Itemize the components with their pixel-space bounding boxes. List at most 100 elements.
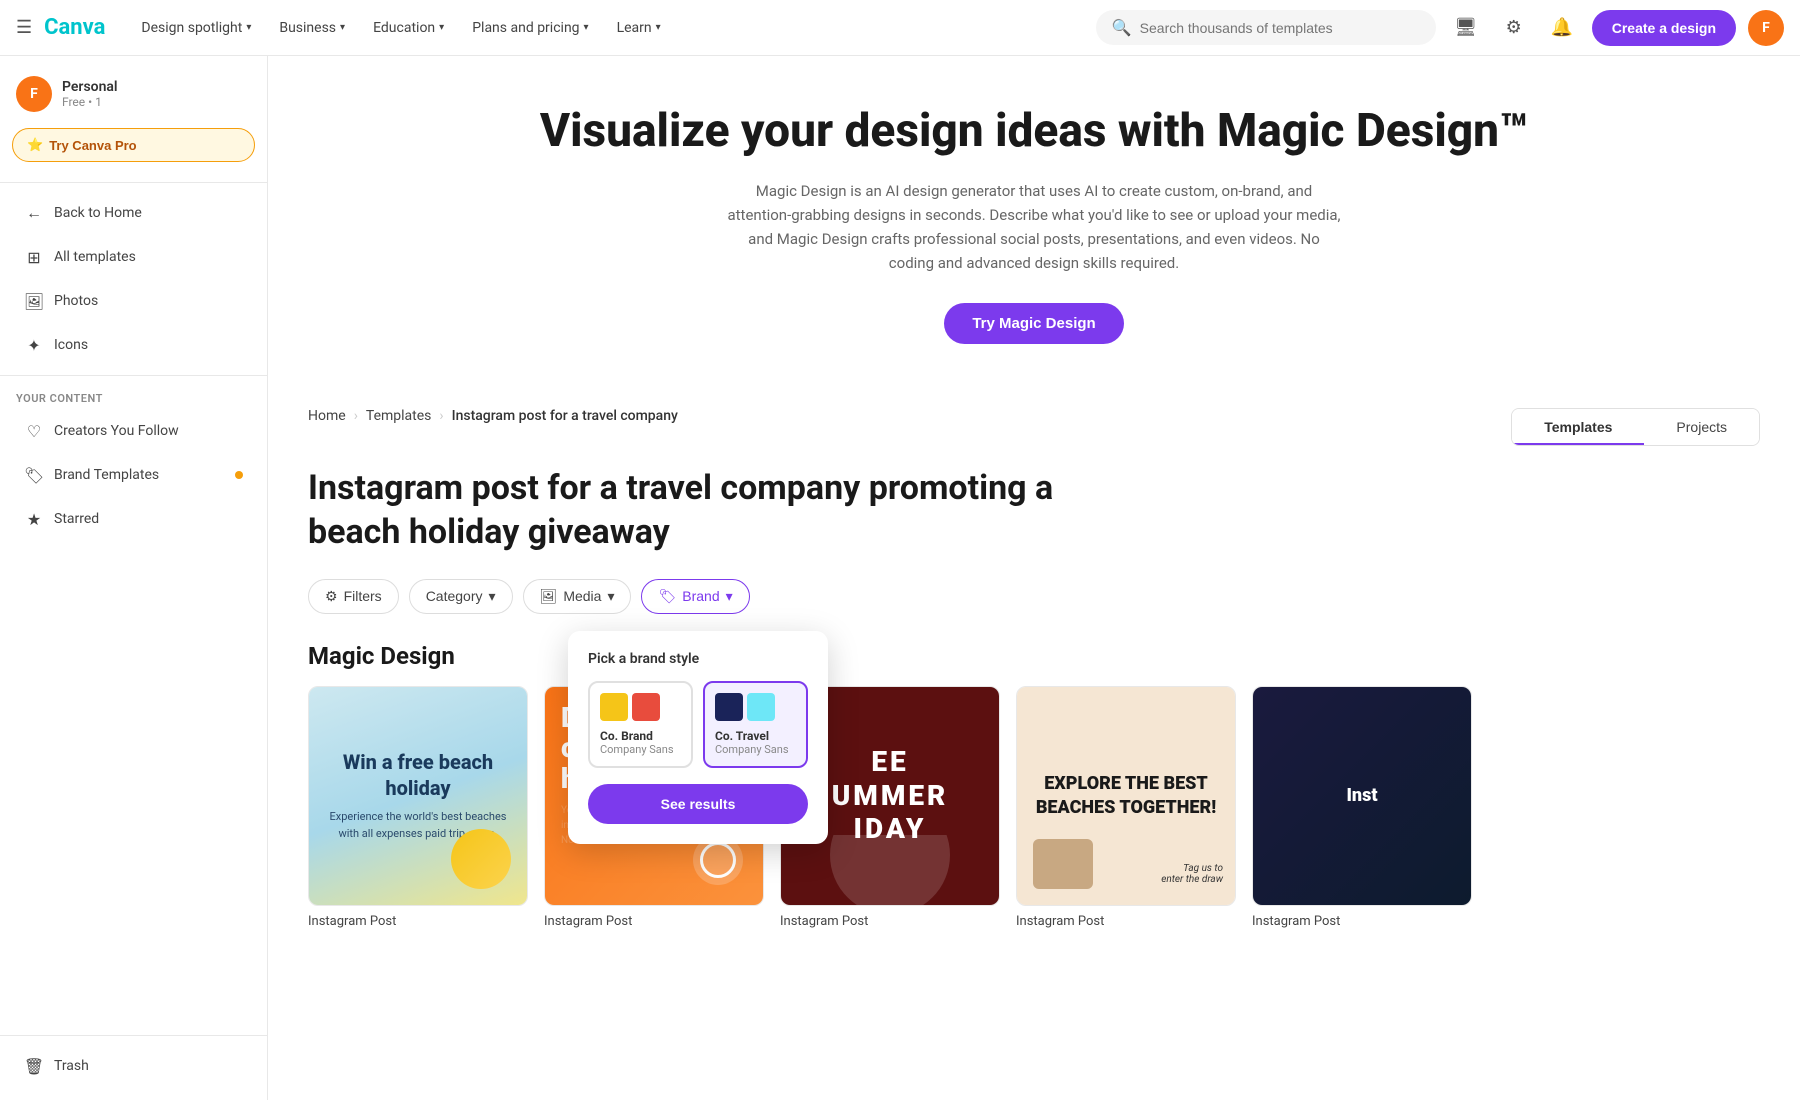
chevron-down-icon: ▾ (246, 22, 251, 33)
template-label-4: Instagram Post (1016, 914, 1236, 929)
magic-design-section-title: Magic Design (308, 642, 1760, 670)
template-label-5: Instagram Post (1252, 914, 1472, 929)
sidebar-avatar: F (16, 76, 52, 112)
app-layout: F Personal Free • 1 ⭐ Try Canva Pro ← Ba… (0, 56, 1800, 1100)
brand-dropdown-trigger[interactable]: 🏷 Brand ▾ (641, 579, 749, 614)
main-content: Visualize your design ideas with Magic D… (268, 56, 1800, 1100)
template-label-2: Instagram Post (544, 914, 764, 929)
breadcrumb-templates[interactable]: Templates (366, 408, 432, 424)
sidebar-label-back-home: Back to Home (54, 205, 142, 221)
icons-icon: ✦ (24, 335, 44, 355)
sidebar-item-creators[interactable]: ♡ Creators You Follow (8, 411, 259, 451)
swatch-cyan (747, 693, 775, 721)
tab-templates[interactable]: Templates (1512, 409, 1644, 445)
brand-see-results-button[interactable]: See results (588, 784, 808, 824)
template-card-5[interactable]: Inst Instagram Post (1252, 686, 1472, 929)
page-title: Instagram post for a travel company prom… (308, 466, 1108, 554)
star-icon: ⭐ (27, 137, 43, 153)
breadcrumb-separator-2: › (439, 408, 443, 424)
swatch-red (632, 693, 660, 721)
create-design-button[interactable]: Create a design (1592, 10, 1736, 46)
sidebar-label-trash: Trash (54, 1058, 89, 1074)
sidebar-label-creators: Creators You Follow (54, 423, 179, 439)
filters-row: ⚙ Filters Category ▾ 🖼 Media ▾ 🏷 Brand ▾ (308, 579, 1760, 614)
nav-design-spotlight[interactable]: Design spotlight ▾ (129, 14, 263, 42)
media-dropdown[interactable]: 🖼 Media ▾ (523, 579, 632, 614)
template-card-4[interactable]: EXPLORE THE BEST BEACHES TOGETHER! Tag u… (1016, 686, 1236, 929)
filters-button[interactable]: ⚙ Filters (308, 579, 399, 614)
sidebar-item-back-home[interactable]: ← Back to Home (8, 193, 259, 233)
nav-learn[interactable]: Learn ▾ (605, 14, 673, 42)
breadcrumb-current: Instagram post for a travel company (452, 408, 678, 424)
brand-dropdown-title: Pick a brand style (588, 651, 808, 667)
chevron-down-icon: ▾ (726, 588, 733, 605)
nav-education[interactable]: Education ▾ (361, 14, 456, 42)
brand-font-co-travel: Company Sans (715, 743, 796, 756)
tab-projects[interactable]: Projects (1644, 409, 1759, 445)
nav-business[interactable]: Business ▾ (267, 14, 357, 42)
star-icon: ★ (24, 509, 44, 529)
sidebar-spacer (0, 541, 267, 1035)
search-icon: 🔍 (1112, 18, 1132, 37)
brand-icon: 🏷 (24, 465, 44, 485)
sidebar-label-brand-templates: Brand Templates (54, 467, 159, 483)
template-grid: Win a free beach holiday Experience the … (308, 686, 1760, 929)
brand-option-co-brand[interactable]: Co. Brand Company Sans (588, 681, 693, 768)
sidebar-item-trash[interactable]: 🗑 Trash (8, 1046, 259, 1086)
breadcrumb: Home › Templates › Instagram post for a … (308, 408, 678, 424)
sidebar-item-photos[interactable]: 🖼 Photos (8, 281, 259, 321)
breadcrumb-separator-1: › (354, 408, 358, 424)
brand-swatches-co-travel (715, 693, 796, 721)
trash-icon: 🗑 (24, 1056, 44, 1076)
sidebar-item-all-templates[interactable]: ⊞ All templates (8, 237, 259, 277)
brand-font-co-brand: Company Sans (600, 743, 681, 756)
notifications-icon[interactable]: 🔔 (1544, 10, 1580, 46)
template-content: Home › Templates › Instagram post for a … (268, 384, 1800, 952)
swatch-navy (715, 693, 743, 721)
hamburger-menu-icon[interactable]: ☰ (16, 17, 32, 38)
sidebar-label-templates: All templates (54, 249, 136, 265)
search-bar[interactable]: 🔍 (1096, 10, 1436, 45)
sidebar-user-profile[interactable]: F Personal Free • 1 (0, 68, 267, 124)
nav-menu: Design spotlight ▾ Business ▾ Education … (129, 14, 1095, 42)
sidebar-label-icons: Icons (54, 337, 88, 353)
brand-name-co-travel: Co. Travel (715, 729, 796, 743)
sidebar-item-icons[interactable]: ✦ Icons (8, 325, 259, 365)
heart-icon: ♡ (24, 421, 44, 441)
try-canva-pro-button[interactable]: ⭐ Try Canva Pro (12, 128, 255, 162)
monitor-icon[interactable]: 🖥 (1448, 10, 1484, 46)
grid-icon: ⊞ (24, 247, 44, 267)
nav-plans[interactable]: Plans and pricing ▾ (460, 14, 600, 42)
nav-right: 🔍 🖥 ⚙ 🔔 Create a design F (1096, 10, 1784, 46)
sidebar-item-brand-templates[interactable]: 🏷 Brand Templates (8, 455, 259, 495)
template-label-1: Instagram Post (308, 914, 528, 929)
logo[interactable]: Canva (44, 15, 105, 40)
chevron-down-icon: ▾ (656, 22, 661, 33)
category-dropdown[interactable]: Category ▾ (409, 579, 513, 614)
template-card-1[interactable]: Win a free beach holiday Experience the … (308, 686, 528, 929)
user-avatar[interactable]: F (1748, 10, 1784, 46)
try-magic-design-button[interactable]: Try Magic Design (944, 303, 1123, 344)
brand-option-co-travel[interactable]: Co. Travel Company Sans (703, 681, 808, 768)
top-navigation: ☰ Canva Design spotlight ▾ Business ▾ Ed… (0, 0, 1800, 56)
hero-section: Visualize your design ideas with Magic D… (268, 56, 1800, 384)
sidebar-item-starred[interactable]: ★ Starred (8, 499, 259, 539)
hero-subtitle: Magic Design is an AI design generator t… (724, 179, 1344, 275)
sidebar-divider-1 (0, 182, 267, 183)
chevron-down-icon: ▾ (340, 22, 345, 33)
chevron-down-icon: ▾ (489, 588, 496, 605)
sidebar-divider-2 (0, 375, 267, 376)
search-input[interactable] (1140, 20, 1420, 36)
brand-icon: 🏷 (658, 588, 676, 605)
brand-templates-badge (235, 471, 243, 479)
sidebar-label-starred: Starred (54, 511, 99, 527)
brand-options: Co. Brand Company Sans Co. Travel Compan… (588, 681, 808, 768)
logo-text: Canva (44, 15, 105, 40)
template-label-3: Instagram Post (780, 914, 1000, 929)
breadcrumb-home[interactable]: Home (308, 408, 346, 424)
brand-swatches-co-brand (600, 693, 681, 721)
template-thumb-5: Inst (1252, 686, 1472, 906)
settings-icon[interactable]: ⚙ (1496, 10, 1532, 46)
brand-name-co-brand: Co. Brand (600, 729, 681, 743)
chevron-down-icon: ▾ (584, 22, 589, 33)
